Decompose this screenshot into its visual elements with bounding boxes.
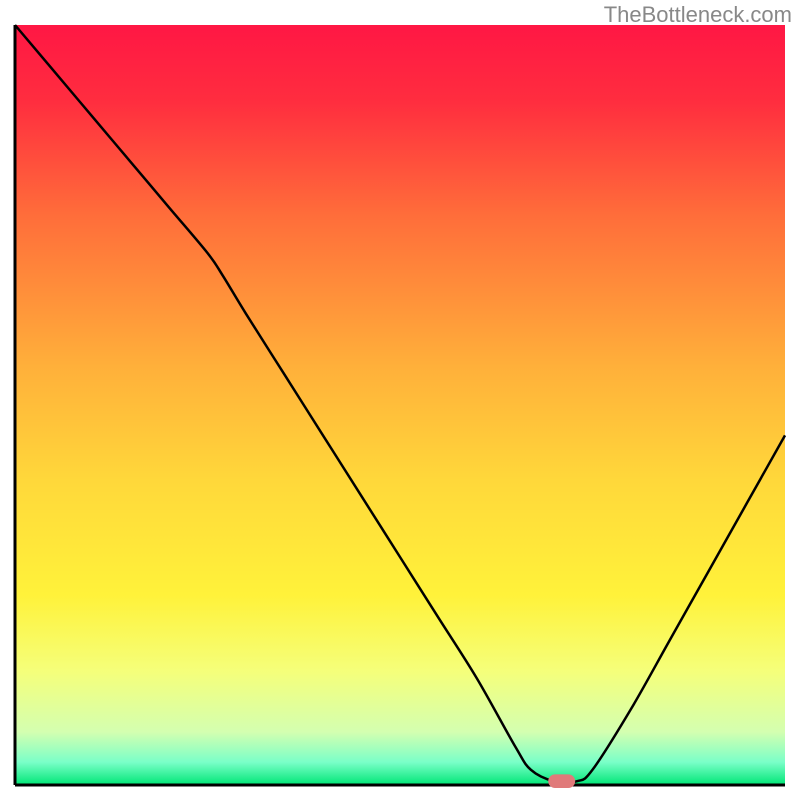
bottleneck-chart [0,0,800,800]
optimal-point-marker [548,774,575,788]
watermark-text: TheBottleneck.com [604,2,792,28]
chart-container: TheBottleneck.com [0,0,800,800]
chart-background [15,25,785,785]
